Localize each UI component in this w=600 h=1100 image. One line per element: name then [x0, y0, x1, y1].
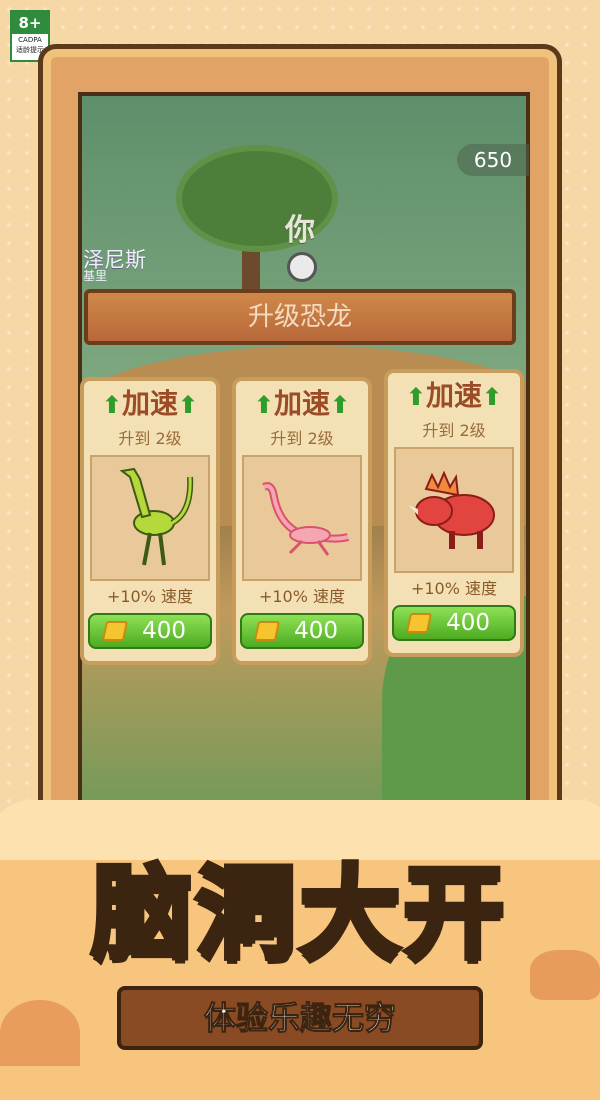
card-bonus: +10% 速度: [410, 579, 498, 598]
promo-subline: 体验乐趣无穷: [117, 986, 483, 1050]
age-rating-org: CADPA: [18, 36, 42, 44]
upgrade-card-3[interactable]: ⬆加速⬆ 升到 2级 +10% 速度 400: [384, 369, 524, 657]
card-title: 加速: [425, 379, 482, 412]
buy-button[interactable]: 400: [392, 605, 516, 641]
gold-bar-icon: [101, 621, 129, 641]
red-triceratops-image: [394, 447, 514, 573]
green-raptor-image: [90, 455, 210, 581]
card-header: ⬆加速⬆: [84, 381, 216, 427]
player-label: 你: [285, 213, 315, 248]
up-arrow-icon: ⬆: [101, 391, 122, 419]
rock-decoration: [0, 1000, 80, 1066]
buy-price: 400: [446, 610, 490, 636]
card-level: 升到 2级: [118, 429, 182, 448]
card-bonus: +10% 速度: [106, 587, 194, 606]
card-header: ⬆加速⬆: [236, 381, 368, 427]
player-marker-icon: [287, 252, 317, 282]
buy-price: 400: [294, 618, 338, 644]
upgrade-card-2[interactable]: ⬆加速⬆ 升到 2级 +10% 速度 400: [232, 377, 372, 665]
card-title: 加速: [273, 387, 330, 420]
up-arrow-icon: ⬆: [253, 391, 274, 419]
pink-plesiosaur-image: [242, 455, 362, 581]
up-arrow-icon: ⬆: [178, 391, 199, 419]
card-title: 加速: [121, 387, 178, 420]
gold-bar-icon: [405, 613, 433, 633]
card-level: 升到 2级: [270, 429, 334, 448]
up-arrow-icon: ⬆: [405, 383, 426, 411]
upgrade-card-1[interactable]: ⬆加速⬆ 升到 2级 +10% 速度 400: [80, 377, 220, 665]
up-arrow-icon: ⬆: [330, 391, 351, 419]
up-arrow-icon: ⬆: [482, 383, 503, 411]
buy-price: 400: [142, 618, 186, 644]
upgrade-title-banner: 升级恐龙: [84, 289, 516, 345]
buy-button[interactable]: 400: [240, 613, 364, 649]
promo-headline: 脑洞大开: [89, 852, 508, 975]
card-bonus: +10% 速度: [258, 587, 346, 606]
age-rating-value: 8+: [12, 12, 48, 34]
gold-bar-icon: [253, 621, 281, 641]
buy-button[interactable]: 400: [88, 613, 212, 649]
npc-subname: 基里: [83, 269, 108, 283]
card-level: 升到 2级: [422, 421, 486, 440]
card-header: ⬆加速⬆: [388, 373, 520, 419]
score-counter: 650: [457, 144, 529, 176]
